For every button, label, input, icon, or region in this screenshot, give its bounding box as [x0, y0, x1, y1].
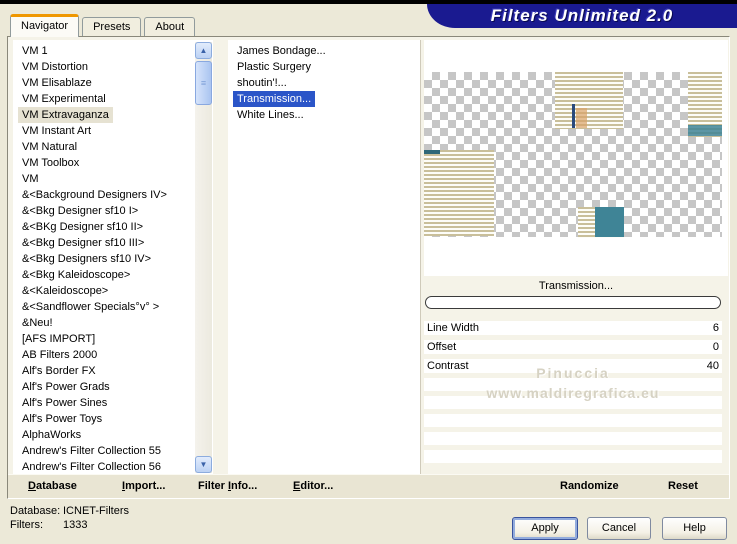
category-item[interactable]: VM Distortion: [18, 59, 92, 75]
parameter-row[interactable]: Line Width 6: [424, 321, 722, 335]
label-part: atabase: [35, 480, 77, 492]
title-banner: Filters Unlimited 2.0: [427, 4, 737, 28]
preview-patch-teal: [595, 207, 624, 237]
status-database-value: ICNET-Filters: [63, 505, 129, 517]
parameter-row[interactable]: Contrast 40: [424, 359, 722, 373]
filter-item[interactable]: shoutin'!...: [233, 75, 291, 91]
parameter-label: Offset: [427, 341, 457, 353]
parameter-label: Line Width: [427, 322, 479, 334]
category-item[interactable]: Andrew's Filter Collection 55: [18, 443, 165, 459]
category-item[interactable]: Alf's Power Sines: [18, 395, 111, 411]
tab-strip: Navigator Presets About: [10, 14, 196, 37]
app-title: Filters Unlimited 2.0: [490, 6, 674, 25]
filter-item[interactable]: Plastic Surgery: [233, 59, 315, 75]
label-access-key: D: [28, 480, 36, 492]
category-item[interactable]: VM Instant Art: [18, 123, 95, 139]
parameter-value: 40: [706, 360, 719, 372]
selected-filter-caption: Transmission...: [538, 280, 614, 292]
parameter-row-empty: [424, 378, 722, 391]
filters-unlimited-dialog: Filters Unlimited 2.0 Navigator Presets …: [0, 0, 737, 544]
status-filters-value: 1333: [63, 519, 88, 531]
filter-item[interactable]: James Bondage...: [233, 43, 330, 59]
category-item[interactable]: Andrew's Filter Collection 56: [18, 459, 165, 475]
category-item[interactable]: Alf's Border FX: [18, 363, 100, 379]
parameter-row-empty: [424, 396, 722, 409]
help-button[interactable]: Help: [662, 517, 727, 540]
category-item[interactable]: &Neu!: [18, 315, 57, 331]
parameter-row-empty: [424, 432, 722, 445]
category-item[interactable]: VM Elisablaze: [18, 75, 96, 91]
category-item[interactable]: &<Background Designers IV>: [18, 187, 171, 203]
preview-pane[interactable]: [424, 40, 728, 276]
category-item[interactable]: Alf's Power Grads: [18, 379, 114, 395]
status-database-label: Database:: [10, 505, 61, 517]
category-item[interactable]: VM Extravaganza: [18, 107, 113, 123]
tab-presets[interactable]: Presets: [82, 17, 142, 36]
parameter-value: 6: [712, 322, 719, 334]
category-item[interactable]: &<BKg Designer sf10 II>: [18, 219, 147, 235]
filter-item[interactable]: Transmission...: [233, 91, 316, 107]
label-part: Filter: [198, 480, 228, 492]
scrollbar-thumb[interactable]: ≡: [195, 61, 212, 105]
category-list[interactable]: VM 1 VM Distortion VM Elisablaze VM Experim…: [13, 40, 213, 477]
category-item[interactable]: &<Bkg Kaleidoscope>: [18, 267, 134, 283]
filter-list[interactable]: James Bondage... Plastic Surgery shoutin'!…: [228, 40, 421, 477]
status-filters-label: Filters:: [10, 519, 43, 531]
category-item[interactable]: VM Toolbox: [18, 155, 83, 171]
import-button[interactable]: Import...: [122, 480, 165, 492]
filter-item[interactable]: White Lines...: [233, 107, 308, 123]
filter-info-button[interactable]: Filter Info...: [198, 480, 257, 492]
parameter-row[interactable]: Offset 0: [424, 340, 722, 354]
scroll-down-button[interactable]: ▼: [195, 456, 212, 473]
label-part: nfo...: [231, 480, 258, 492]
category-scrollbar[interactable]: ▲ ≡ ▼: [195, 42, 212, 473]
preview-mark: [576, 108, 587, 128]
category-item[interactable]: &<Bkg Designers sf10 IV>: [18, 251, 155, 267]
category-item[interactable]: [AFS IMPORT]: [18, 331, 99, 347]
parameter-label: Contrast: [427, 360, 469, 372]
category-item[interactable]: AB Filters 2000: [18, 347, 101, 363]
editor-button[interactable]: Editor...: [293, 480, 333, 492]
label-part: ditor...: [300, 480, 334, 492]
category-item[interactable]: VM 1: [18, 43, 52, 59]
apply-button[interactable]: Apply: [512, 517, 578, 540]
preview-patch: [424, 150, 494, 236]
parameter-table: Line Width 6 Offset 0 Contrast 40: [424, 321, 722, 468]
scroll-up-icon: ▲: [199, 45, 208, 55]
category-item[interactable]: &<Kaleidoscope>: [18, 283, 112, 299]
category-item[interactable]: VM Natural: [18, 139, 81, 155]
category-item[interactable]: Alf's Power Toys: [18, 411, 106, 427]
randomize-button[interactable]: Randomize: [560, 480, 619, 492]
category-item[interactable]: &<Sandflower Specials°v° >: [18, 299, 163, 315]
preview-mark: [572, 104, 575, 128]
category-item[interactable]: VM: [18, 171, 43, 187]
preview-progress-bar[interactable]: [425, 296, 721, 309]
parameter-row-empty: [424, 414, 722, 427]
parameter-row-empty: [424, 450, 722, 463]
parameter-value: 0: [712, 341, 719, 353]
category-item[interactable]: &<Bkg Designer sf10 III>: [18, 235, 148, 251]
tab-navigator[interactable]: Navigator: [10, 14, 80, 37]
preview-patch-teal: [688, 125, 722, 136]
reset-button[interactable]: Reset: [668, 480, 698, 492]
tab-about[interactable]: About: [144, 17, 196, 36]
label-part: mport...: [125, 480, 166, 492]
category-item[interactable]: AlphaWorks: [18, 427, 85, 443]
category-item[interactable]: &<Bkg Designer sf10 I>: [18, 203, 142, 219]
preview-patch: [555, 72, 623, 129]
preview-mark: [424, 150, 440, 154]
filter-list-items: James Bondage... Plastic Surgery shoutin'!…: [228, 40, 420, 123]
main-panel: VM 1 VM Distortion VM Elisablaze VM Experim…: [7, 36, 730, 499]
scroll-up-button[interactable]: ▲: [195, 42, 212, 59]
scroll-down-icon: ▼: [199, 459, 208, 469]
category-list-items: VM 1 VM Distortion VM Elisablaze VM Experim…: [13, 40, 213, 475]
category-item[interactable]: VM Experimental: [18, 91, 110, 107]
bottom-toolbar: Database Import... Filter Info... Editor…: [8, 474, 729, 498]
scrollbar-grip-icon: ≡: [200, 77, 207, 88]
database-button[interactable]: Database: [28, 480, 77, 492]
cancel-button[interactable]: Cancel: [587, 517, 651, 540]
